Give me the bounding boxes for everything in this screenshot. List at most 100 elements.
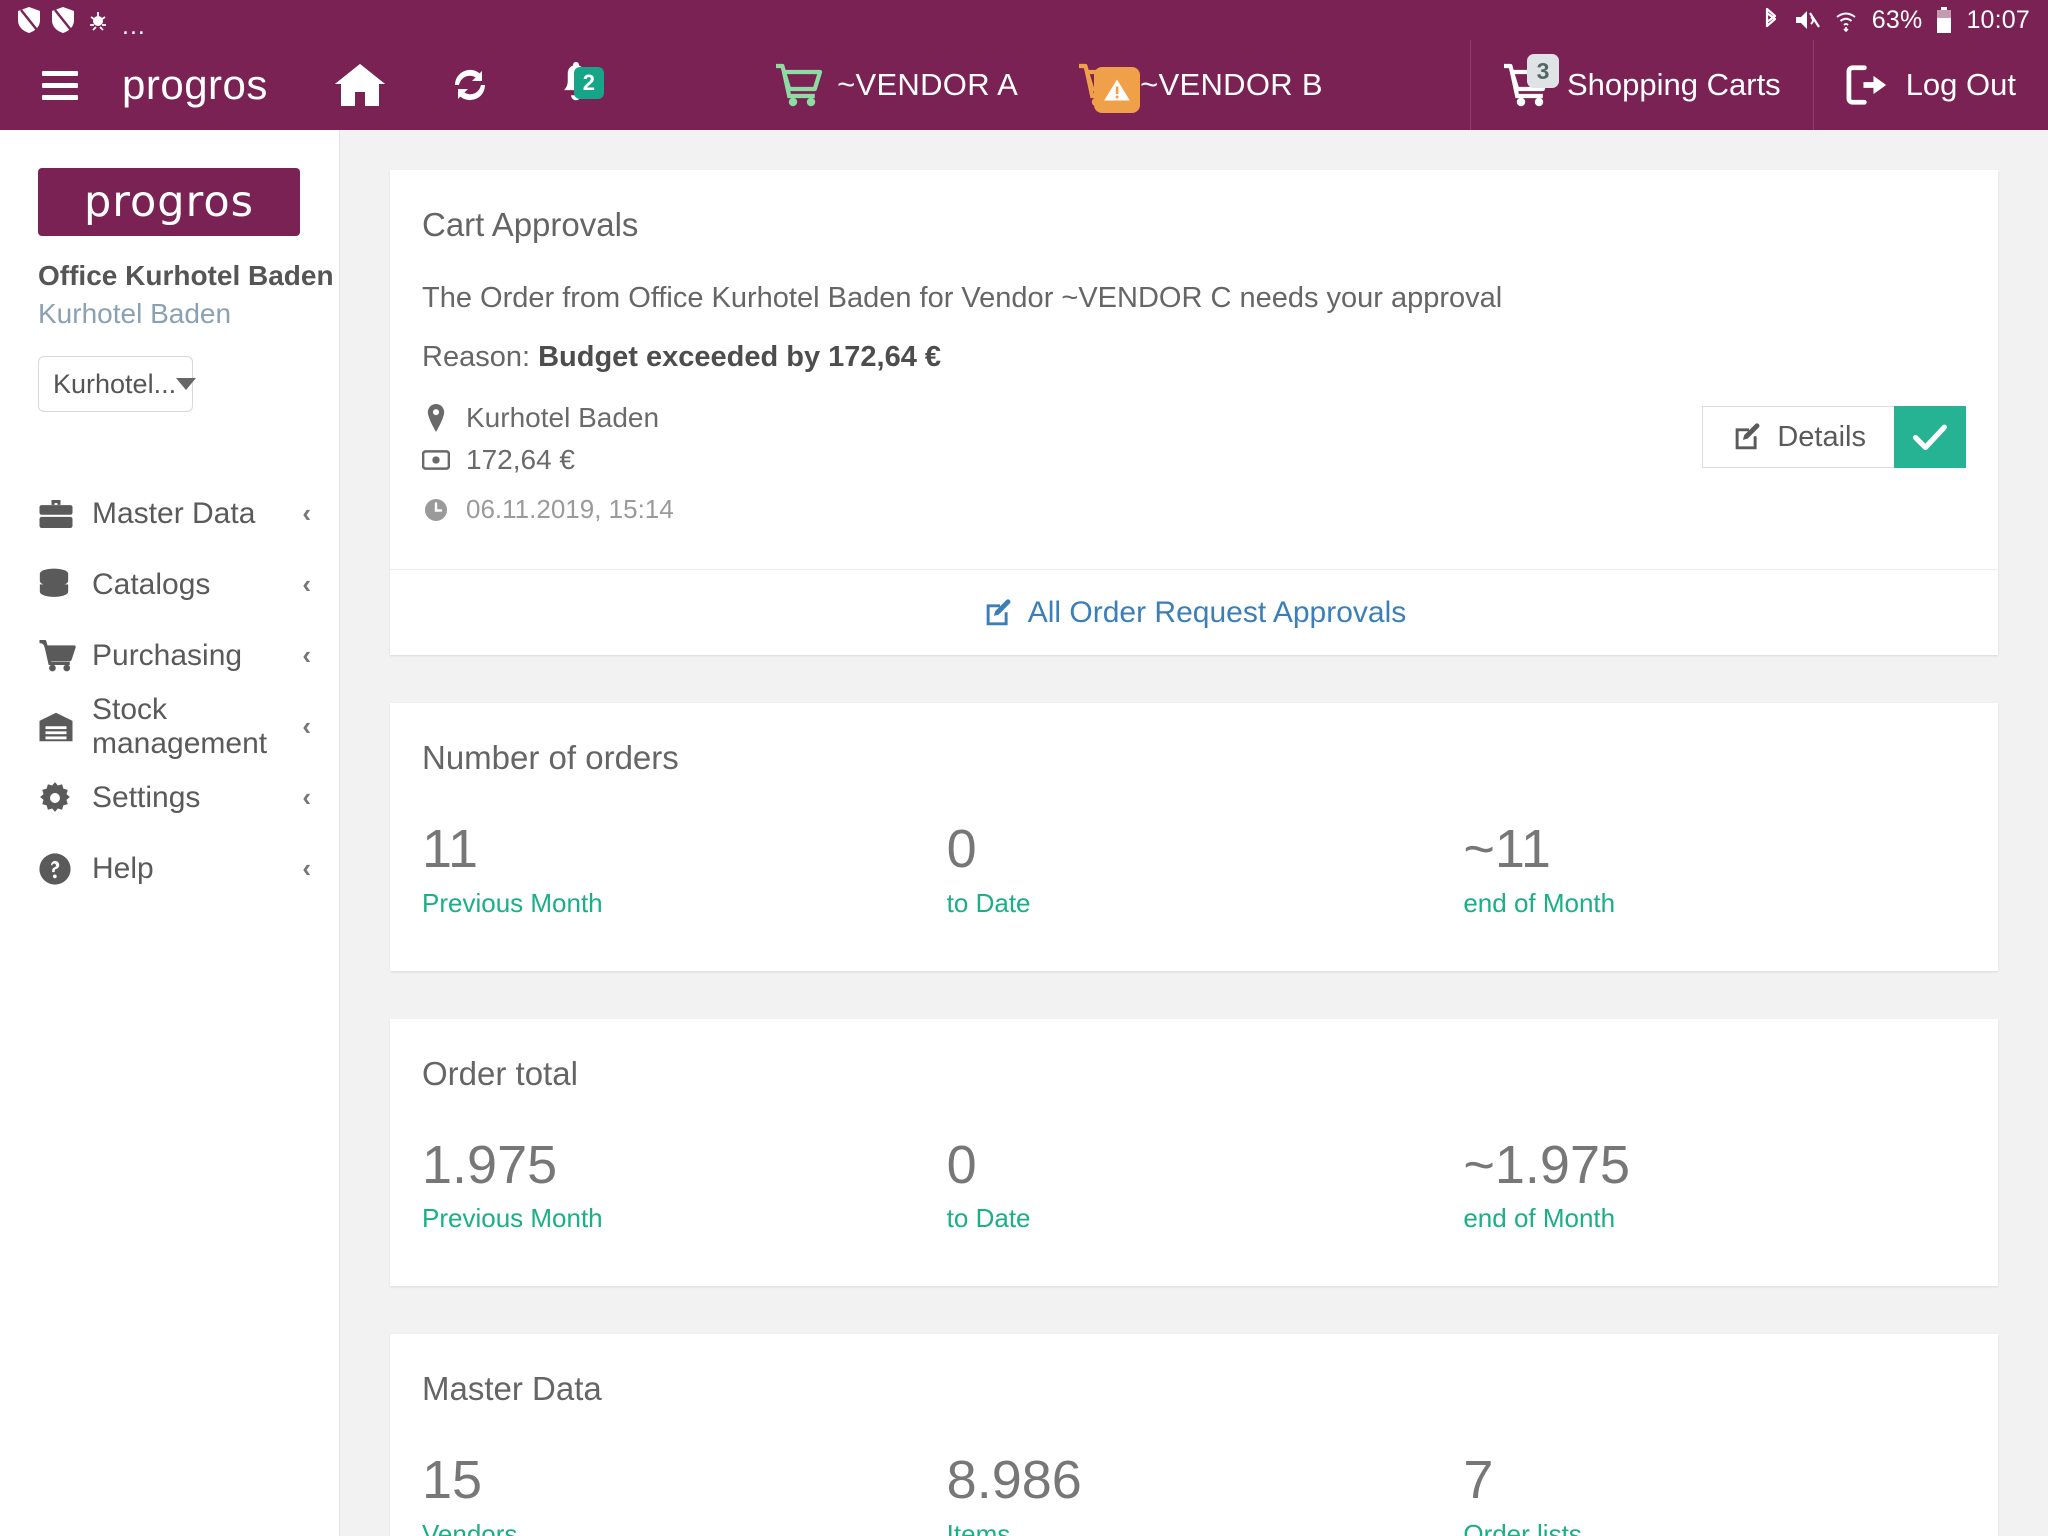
stat-item: 1.975 Previous Month [422,1136,925,1235]
sidebar-item-label: Catalogs [92,567,211,601]
database-icon [38,568,82,602]
bug-report-icon [86,8,110,32]
stat-label: to Date [946,887,1031,918]
sidebar-item-purchasing[interactable]: Purchasing ‹ [0,620,339,691]
page-body: progros Office Kurhotel Baden Kurhotel B… [0,130,2048,1536]
stat-value: ~11 [1463,819,1551,879]
meta-timestamp-label: 06.11.2019, 15:14 [466,494,674,524]
sidebar-item-help[interactable]: Help ‹ [0,833,339,904]
chevron-left-icon: ‹ [302,782,311,812]
stat-value: 15 [422,1450,483,1511]
reason-value: Budget exceeded by 172,64 € [538,341,942,373]
vpn-key-shield-icon [52,7,74,33]
stat-item: ~11 end of Month [1463,821,1966,919]
status-bar-left-icons: ... [18,6,146,40]
stat-value: ~1.975 [1463,1134,1631,1195]
sidebar-nav: Master Data ‹ Catalogs ‹ Purchasing ‹ St… [0,478,339,904]
meta-amount-label: 172,64 € [466,444,575,475]
vendor-cart-vendor-a[interactable]: ~VENDOR A [745,63,1048,107]
shopping-cart-icon [775,63,823,107]
details-button[interactable]: Details [1702,406,1894,468]
wifi-icon [1834,8,1858,32]
chevron-left-icon: ‹ [302,711,311,741]
sidebar-item-label: Master Data [92,496,256,530]
details-label: Details [1777,420,1866,453]
vendor-cart-list: ~VENDOR A ~VENDOR B [628,40,1470,130]
master-data-stats: 15 Vendors 8.986 Items 7 Order lists [390,1408,1998,1536]
reason-label: Reason: [422,341,531,373]
stat-value: 0 [946,819,977,879]
meta-location-label: Kurhotel Baden [466,402,660,433]
stat-value: 7 [1463,1450,1494,1511]
main-content: Cart Approvals The Order from Office Kur… [340,130,2048,1536]
warning-badge [1094,67,1141,113]
sidebar-item-label: Settings [92,780,201,814]
stat-label: Previous Month [422,887,603,918]
organization-select[interactable]: Kurhotel... [38,356,197,412]
refresh-button[interactable] [416,61,524,109]
android-status-bar: ... 63% 10:07 [0,0,2048,40]
shopping-cart-icon [38,639,82,672]
notifications-button[interactable]: 2 [524,61,628,109]
logout-icon [1846,65,1890,105]
sidebar-item-label: Stock management [92,692,268,760]
vpn-key-shield-icon [18,7,40,33]
battery-percent-label: 63% [1871,5,1923,34]
sidebar: progros Office Kurhotel Baden Kurhotel B… [0,130,340,1536]
refresh-icon [446,61,494,109]
stat-item: 0 to Date [947,821,1450,919]
cart-approvals-reason: Reason: Budget exceeded by 172,64 € [422,315,1966,374]
shopping-carts-button[interactable]: 3 Shopping Carts [1470,40,1813,130]
number-of-orders-title: Number of orders [422,739,679,776]
stat-value: 0 [946,1134,977,1195]
stat-item: 8.986 Items [947,1452,1450,1536]
chevron-down-icon [176,378,197,390]
cart-approvals-body: The Order from Office Kurhotel Baden for… [390,244,1998,535]
meta-location: Kurhotel Baden [422,402,674,434]
meta-timestamp: 06.11.2019, 15:14 [422,494,674,525]
home-icon [334,62,386,108]
banknote-icon [422,449,450,471]
home-button[interactable] [304,62,416,108]
sidebar-item-label: Purchasing [92,638,243,672]
cart-approvals-title: Cart Approvals [422,206,639,243]
organization-name: Office Kurhotel Baden [38,260,334,291]
organization-subtitle: Kurhotel Baden [38,298,232,329]
logout-button[interactable]: Log Out [1812,40,2048,130]
sidebar-logo-text: progros [83,177,255,227]
approve-button[interactable] [1894,406,1966,468]
stat-item: 0 to Date [946,1134,1450,1235]
order-total-card: Order total 1.975 Previous Month 0 to Da… [390,1018,1998,1287]
stat-label: Vendors [422,1519,518,1536]
chevron-left-icon: ‹ [302,640,311,670]
chevron-left-icon: ‹ [302,498,311,528]
notifications-badge: 2 [573,67,604,99]
chevron-left-icon: ‹ [302,853,311,883]
sidebar-item-label: Help [92,851,154,885]
master-data-title: Master Data [422,1370,602,1408]
battery-icon [1936,7,1952,33]
vendor-cart-vendor-b[interactable]: ~VENDOR B [1048,63,1353,113]
cart-approvals-actions: Details [1702,406,1966,468]
edit-square-icon [982,597,1014,629]
sidebar-item-master-data[interactable]: Master Data ‹ [0,478,339,549]
sidebar-item-catalogs[interactable]: Catalogs ‹ [0,549,339,620]
shopping-carts-badge: 3 [1527,54,1559,88]
all-order-request-approvals-link[interactable]: All Order Request Approvals [982,596,1406,630]
map-pin-icon [422,404,450,432]
cart-approvals-card: Cart Approvals The Order from Office Kur… [390,170,1998,655]
sidebar-logo: progros [38,168,300,236]
hamburger-menu-icon[interactable] [38,65,82,106]
vendor-a-label: ~VENDOR A [837,67,1019,102]
chevron-left-icon: ‹ [302,569,311,599]
stat-value: 8.986 [946,1450,1082,1511]
sidebar-item-stock-management[interactable]: Stock management ‹ [0,691,339,762]
stat-label: Items [946,1519,1011,1536]
stat-label: end of Month [1463,887,1616,918]
cart-approvals-meta: Kurhotel Baden 172,64 € 06.11.2019, 15:1… [422,402,674,535]
sidebar-item-settings[interactable]: Settings ‹ [0,762,339,833]
bluetooth-icon [1762,7,1780,33]
shopping-carts-label: Shopping Carts [1567,67,1781,102]
stat-item: ~1.975 end of Month [1463,1134,1966,1235]
briefcase-icon [38,498,82,530]
